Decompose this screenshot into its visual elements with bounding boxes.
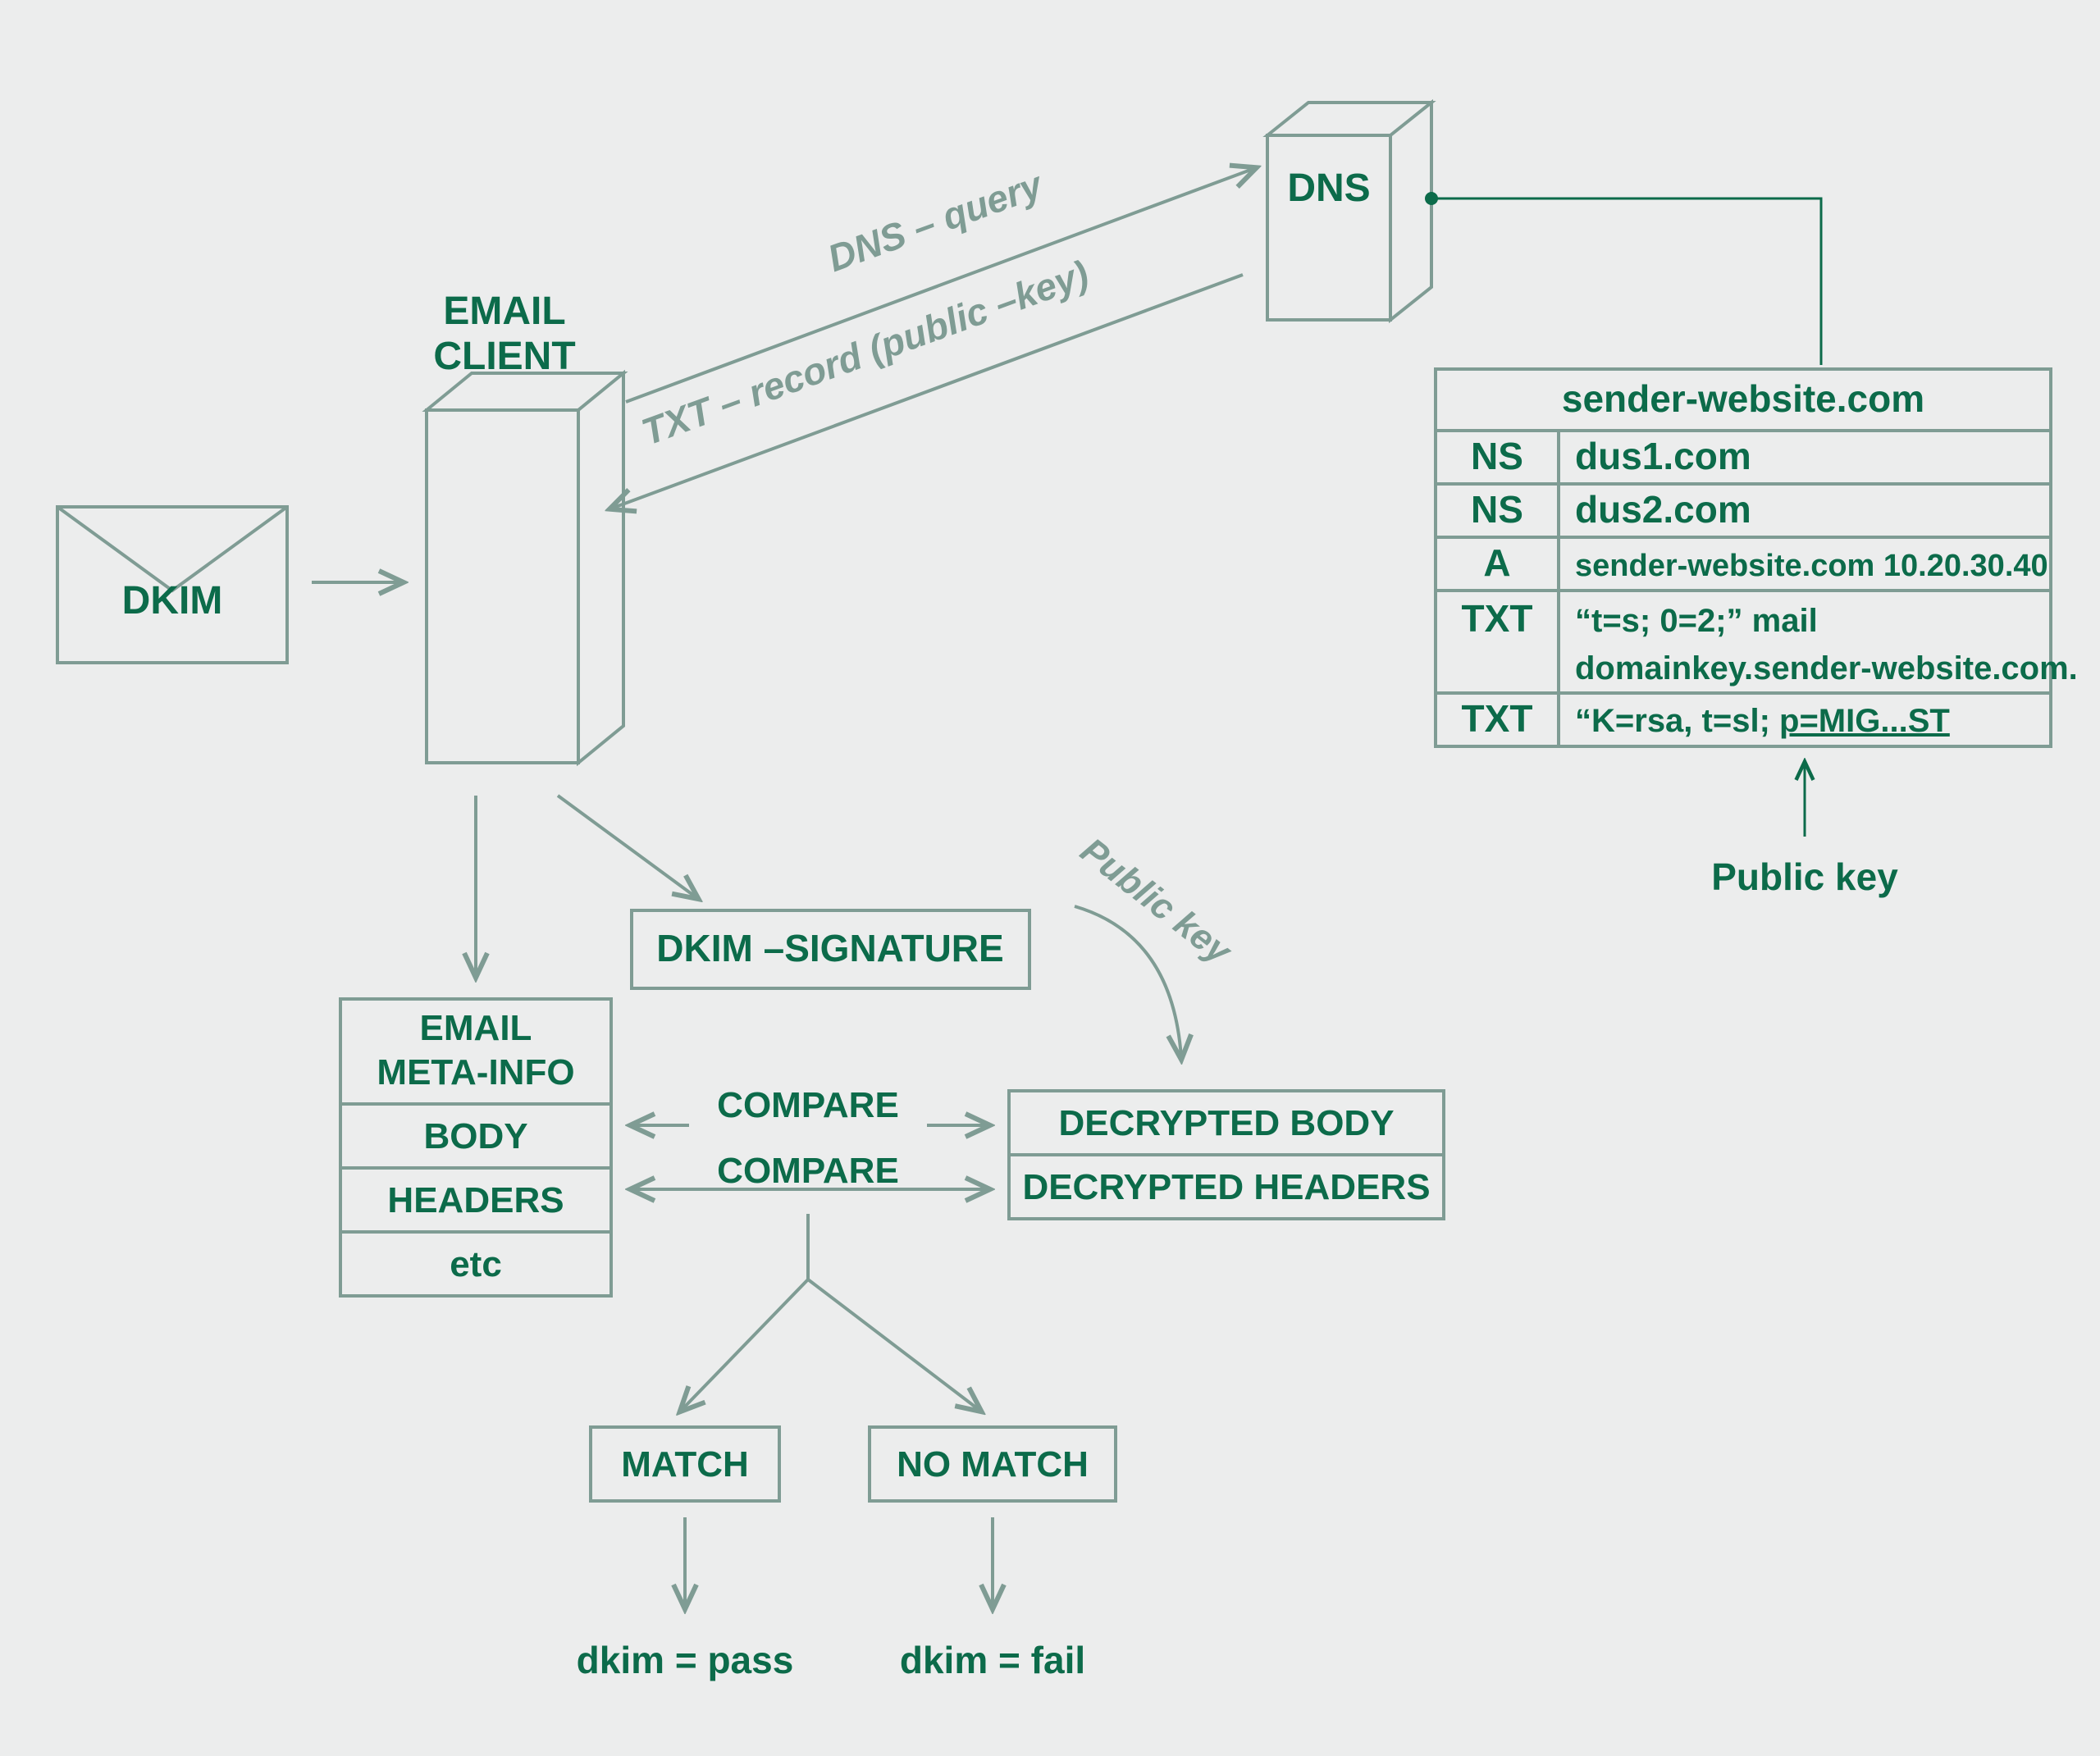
dns-box: DNS <box>1267 103 1431 320</box>
svg-text:BODY: BODY <box>423 1116 527 1156</box>
email-client-label-2: CLIENT <box>433 335 575 378</box>
dns-row-type: NS <box>1471 488 1523 531</box>
envelope-icon: DKIM <box>57 507 287 663</box>
svg-text:DECRYPTED BODY: DECRYPTED BODY <box>1058 1103 1394 1143</box>
dkim-signature-label: DKIM –SIGNATURE <box>656 927 1003 969</box>
dns-box-label: DNS <box>1287 166 1370 210</box>
arrow-client-to-signature <box>558 796 697 898</box>
svg-text:NO MATCH: NO MATCH <box>897 1444 1089 1485</box>
svg-text:HEADERS: HEADERS <box>387 1180 564 1220</box>
dns-row-value: sender-website.com 10.20.30.40 <box>1575 549 2048 583</box>
dkim-signature-box: DKIM –SIGNATURE <box>632 910 1029 988</box>
dns-row-value: dus2.com <box>1575 488 1751 531</box>
dns-row-value: dus1.com <box>1575 435 1751 477</box>
result-fail: dkim = fail <box>900 1639 1085 1681</box>
arrow-to-nomatch <box>808 1279 980 1411</box>
dns-query-label: DNS – query <box>822 162 1049 280</box>
dns-row-value: “t=s; 0=2;” mail <box>1575 603 1818 639</box>
dns-row-value: “K=rsa, t=sl; p=MIG...ST <box>1575 703 1950 739</box>
arrow-to-match <box>681 1279 808 1411</box>
svg-text:EMAIL: EMAIL <box>420 1008 532 1048</box>
compare-label-2: COMPARE <box>717 1151 899 1191</box>
public-key-curve-label: Public key <box>1073 830 1240 973</box>
svg-text:etc: etc <box>450 1244 502 1284</box>
dns-connector <box>1431 198 1821 365</box>
dns-row-type: TXT <box>1462 597 1533 640</box>
match-box: MATCH <box>591 1427 779 1501</box>
svg-text:META-INFO: META-INFO <box>377 1052 574 1092</box>
dns-row-type: TXT <box>1462 697 1533 740</box>
email-meta-table: EMAIL META-INFO BODY HEADERS etc <box>340 999 611 1296</box>
email-client-label-1: EMAIL <box>443 290 565 333</box>
decrypted-table: DECRYPTED BODY DECRYPTED HEADERS <box>1009 1091 1444 1219</box>
public-key-label-bottom: Public key <box>1711 855 1898 898</box>
dns-table-header: sender-website.com <box>1562 377 1924 420</box>
dns-row-type: NS <box>1471 435 1523 477</box>
envelope-label: DKIM <box>122 579 223 623</box>
dns-table: sender-website.com NS dus1.com NS dus2.c… <box>1436 369 2078 746</box>
svg-text:MATCH: MATCH <box>621 1444 749 1485</box>
dns-row-type: A <box>1483 541 1510 584</box>
result-pass: dkim = pass <box>577 1639 794 1681</box>
txt-record-label: TXT – record (public –key) <box>636 252 1093 454</box>
svg-text:DECRYPTED HEADERS: DECRYPTED HEADERS <box>1022 1167 1430 1207</box>
email-client-box: EMAIL CLIENT <box>427 290 623 763</box>
nomatch-box: NO MATCH <box>870 1427 1116 1501</box>
dns-row-value: domainkey.sender-website.com. <box>1575 650 2078 686</box>
compare-label-1: COMPARE <box>717 1085 899 1125</box>
